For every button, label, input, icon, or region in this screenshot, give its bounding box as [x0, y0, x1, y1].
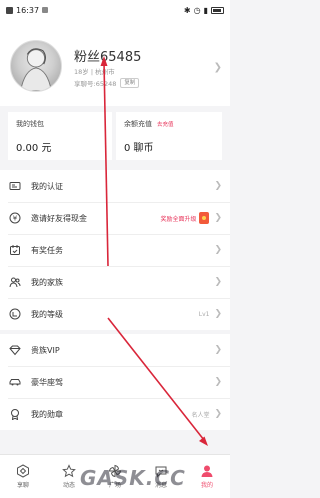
- menu-label: 有奖任务: [31, 245, 63, 255]
- copy-id-button[interactable]: 复制: [120, 78, 140, 88]
- yen-icon: ¥: [8, 211, 22, 225]
- menu-label: 我的家族: [31, 277, 63, 287]
- red-envelope-icon: [199, 212, 210, 224]
- app-notification-icon: [6, 6, 13, 14]
- menu-item-tasks[interactable]: 有奖任务 ❯: [0, 234, 230, 266]
- bluetooth-icon: ✱: [183, 5, 191, 15]
- status-time: 16:37: [16, 5, 40, 15]
- chevron-right-icon: ❯: [214, 377, 222, 387]
- menu-label: 豪华座驾: [31, 377, 63, 387]
- watermark: GASK.CC: [80, 466, 186, 490]
- tab-label: 动态: [62, 482, 75, 489]
- coin-balance: 0 聊币: [124, 143, 154, 154]
- chevron-right-icon: ❯: [214, 345, 222, 355]
- wallet-title: 我的钱包: [16, 120, 44, 128]
- age-location: 18岁 | 杭州市: [74, 68, 115, 76]
- person-icon: [201, 465, 213, 477]
- chevron-right-icon: ❯: [214, 213, 222, 223]
- menu-item-verification[interactable]: 我的认证 ❯: [0, 170, 230, 202]
- profile-header[interactable]: 粉丝65485 18岁 | 杭州市 享聊号:6​5248 复制 ❯: [0, 20, 230, 106]
- avatar[interactable]: [10, 40, 62, 92]
- medal-icon: [8, 407, 22, 421]
- menu-label: 我的等级: [31, 309, 63, 319]
- alarm-icon: ◷: [193, 5, 201, 15]
- menu-item-level[interactable]: 我的等级 Lv1 ❯: [0, 298, 230, 330]
- diamond-icon: [8, 343, 22, 357]
- battery-icon: [211, 6, 224, 14]
- menu-group-account: 我的认证 ❯ ¥ 邀请好友得现金 奖励全面升级 ❯ 有奖任务 ❯ 我的家族 ❯ …: [0, 170, 230, 330]
- chevron-right-icon: ❯: [214, 309, 222, 319]
- menu-group-privileges: 贵族VIP ❯ 豪华座驾 ❯ 我的勋章 名人堂 ❯: [0, 334, 230, 430]
- menu-item-car[interactable]: 豪华座驾 ❯: [0, 366, 230, 398]
- user-id-row: 享聊号:6​5248 复制: [74, 78, 140, 88]
- chevron-right-icon: ❯: [214, 181, 222, 191]
- family-icon: [8, 275, 22, 289]
- id-card-icon: [8, 179, 22, 193]
- notification-icon: [42, 7, 49, 13]
- star-icon: [62, 464, 76, 478]
- signal-icon: ▮: [203, 5, 208, 15]
- level-value: Lv1: [198, 310, 210, 318]
- hexagon-icon: [17, 464, 29, 478]
- nickname: 粉丝65485: [74, 50, 142, 65]
- chevron-right-icon: ❯: [214, 277, 222, 287]
- tab-mine[interactable]: 我的: [184, 455, 230, 498]
- chevron-right-icon: ❯: [213, 62, 222, 73]
- svg-text:¥: ¥: [13, 215, 18, 223]
- wallet-card[interactable]: 我的钱包 0.00 元: [8, 112, 112, 160]
- menu-item-invite[interactable]: ¥ 邀请好友得现金 奖励全面升级 ❯: [0, 202, 230, 234]
- menu-label: 我的勋章: [31, 409, 63, 419]
- hall-of-fame-label: 名人堂: [191, 411, 210, 419]
- menu-label: 我的认证: [31, 181, 63, 191]
- chevron-right-icon: ❯: [214, 245, 222, 255]
- chevron-right-icon: ❯: [214, 409, 222, 419]
- car-icon: [8, 375, 22, 389]
- user-id: 享聊号:6​5248: [74, 80, 117, 88]
- recharge-card[interactable]: 余额充值 去充值 0 聊币: [116, 112, 222, 160]
- tab-label: 我的: [200, 482, 213, 489]
- status-bar: 16:37 ✱ ◷ ▮: [0, 0, 230, 20]
- recharge-link[interactable]: 去充值: [157, 120, 174, 128]
- menu-label: 邀请好友得现金: [31, 213, 87, 223]
- wallet-balance: 0.00 元: [16, 143, 52, 154]
- annotation-arrowhead-mine-tab: [199, 436, 208, 446]
- tab-chat[interactable]: 享聊: [0, 455, 46, 498]
- menu-item-medals[interactable]: 我的勋章 名人堂 ❯: [0, 398, 230, 430]
- tab-label: 享聊: [16, 482, 29, 489]
- level-icon: [8, 307, 22, 321]
- reward-badge: 奖励全面升级: [160, 212, 210, 224]
- menu-item-family[interactable]: 我的家族 ❯: [0, 266, 230, 298]
- menu-label: 贵族VIP: [31, 345, 60, 355]
- calendar-icon: [8, 243, 22, 257]
- recharge-title: 余额充值: [124, 120, 152, 128]
- reward-text: 奖励全面升级: [160, 215, 197, 223]
- menu-item-vip[interactable]: 贵族VIP ❯: [0, 334, 230, 366]
